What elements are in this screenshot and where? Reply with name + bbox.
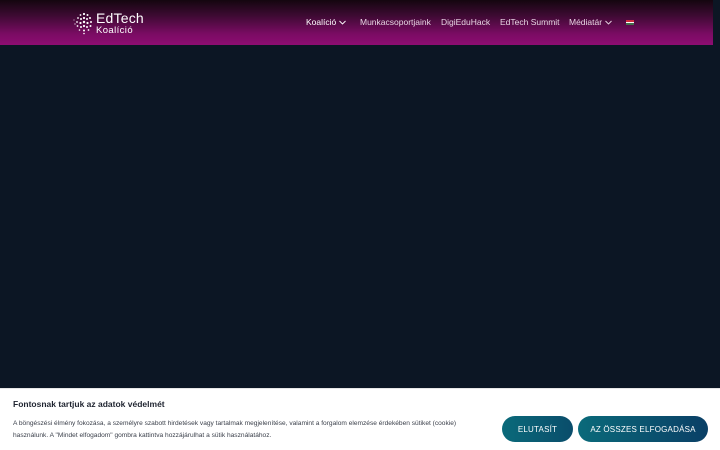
nav-item-mediatar[interactable]: Médiatár <box>569 17 612 27</box>
logo-line-2: Koalíció <box>96 24 133 36</box>
chevron-down-icon <box>339 20 347 25</box>
nav-item-munkacsoportjaink[interactable]: Munkacsoportjaink <box>360 17 431 27</box>
nav-item-label: Munkacsoportjaink <box>360 17 431 27</box>
nav-item-label: Médiatár <box>569 17 603 27</box>
nav-item-koalicio[interactable]: Koalíció <box>306 17 347 27</box>
site-header: EdTech Koalíció Koalíció Munkacsoportjai… <box>0 0 713 45</box>
cookie-text: A böngészési élmény fokozása, a személyr… <box>13 420 457 439</box>
site-logo[interactable]: EdTech Koalíció <box>72 11 144 35</box>
nav-item-digieduhack[interactable]: DigiEduHack <box>441 17 490 27</box>
nav-item-edtech-summit[interactable]: EdTech Summit <box>500 17 560 27</box>
chevron-down-icon <box>605 20 612 25</box>
reject-cookies-button[interactable]: ELUTASÍT <box>502 416 573 442</box>
logo-line-1: EdTech <box>96 9 144 26</box>
logo-text: EdTech Koalíció <box>96 11 144 36</box>
nav-item-label: DigiEduHack <box>441 17 491 27</box>
globe-dots-icon <box>73 12 92 35</box>
hungarian-flag-icon[interactable] <box>626 20 634 25</box>
nav-item-label: Koalíció <box>306 17 337 27</box>
main-content <box>0 45 720 388</box>
nav-item-label: EdTech Summit <box>500 17 560 27</box>
scrollbar[interactable] <box>713 0 720 388</box>
cookie-title: Fontosnak tartjuk az adatok védelmét <box>13 399 165 409</box>
accept-all-cookies-button[interactable]: AZ ÖSSZES ELFOGADÁSA <box>578 416 708 442</box>
cookie-banner: Fontosnak tartjuk az adatok védelmét A b… <box>0 388 720 450</box>
